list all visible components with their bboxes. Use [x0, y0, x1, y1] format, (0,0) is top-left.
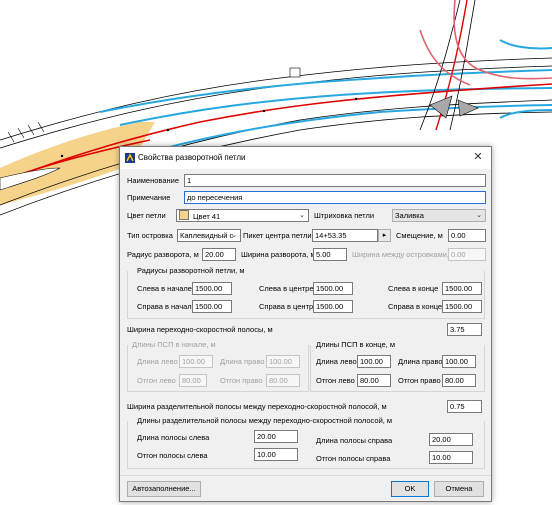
- psp-start-len-right-input[interactable]: 100.00: [266, 355, 300, 368]
- turn-radius-input[interactable]: 20.00: [202, 248, 236, 261]
- close-icon[interactable]: ✕: [471, 150, 485, 164]
- psp-start-off-right-label: Отгон право: [220, 376, 263, 385]
- left-center-label: Слева в центре: [259, 284, 314, 293]
- loop-color-select[interactable]: Цвет 41 ⌄: [176, 209, 309, 222]
- psp-start-off-right-input[interactable]: 80.00: [266, 374, 300, 387]
- left-end-label: Слева в конце: [388, 284, 439, 293]
- left-start-label: Слева в начале: [137, 284, 192, 293]
- psp-end-len-left-label: Длина лево: [316, 357, 357, 366]
- div-off-left-input[interactable]: 10.00: [254, 448, 298, 461]
- chevron-down-icon: ⌄: [476, 212, 482, 219]
- island-type-value: Каплевидный с: [180, 231, 234, 240]
- right-end-label: Справа в конце: [388, 302, 443, 311]
- div-off-right-label: Отгон полосы справа: [316, 454, 391, 463]
- lane-blue-top: [99, 69, 552, 113]
- loop-color-label: Цвет петли: [127, 211, 166, 220]
- cancel-button[interactable]: Отмена: [434, 481, 484, 497]
- divider-width-input[interactable]: 0.75: [447, 400, 482, 413]
- note-label: Примечание: [127, 193, 171, 202]
- speed-lane-input[interactable]: 3.75: [447, 323, 482, 336]
- center-picket-label: Пикет центра петли: [243, 231, 312, 240]
- name-input[interactable]: 1: [184, 174, 486, 187]
- island-width-input[interactable]: 0.00: [448, 248, 486, 261]
- right-end-input[interactable]: 1500.00: [442, 300, 482, 313]
- speed-lane-label: Ширина переходно-скоростной полосы, м: [127, 325, 273, 334]
- chevron-down-icon: ⌄: [231, 232, 237, 239]
- psp-end-len-right-input[interactable]: 100.00: [442, 355, 476, 368]
- div-len-right-label: Длина полосы справа: [316, 436, 393, 445]
- turn-radius-label: Радиус разворота, м: [127, 250, 199, 259]
- div-off-left-label: Отгон полосы слева: [137, 451, 208, 460]
- psp-end-len-right-label: Длина право: [398, 357, 443, 366]
- chevron-down-icon: ⌄: [299, 212, 305, 219]
- footer-divider: [120, 475, 491, 476]
- hatch-value: Заливка: [395, 211, 424, 220]
- left-center-input[interactable]: 1500.00: [313, 282, 353, 295]
- turn-width-input[interactable]: 5.00: [313, 248, 347, 261]
- psp-end-len-left-input[interactable]: 100.00: [357, 355, 391, 368]
- psp-end-off-left-input[interactable]: 80.00: [357, 374, 391, 387]
- color-swatch: [179, 210, 189, 220]
- autofill-button[interactable]: Автозаполнение...: [127, 481, 201, 497]
- right-start-label: Справа в начале: [137, 302, 196, 311]
- center-picket-input[interactable]: 14+53.35: [312, 229, 378, 242]
- psp-start-off-left-input[interactable]: 80.00: [179, 374, 207, 387]
- right-center-label: Справа в центре: [259, 302, 318, 311]
- psp-end-off-left-label: Отгон лево: [316, 376, 355, 385]
- divider-width-label: Ширина разделительной полосы между перех…: [127, 402, 387, 411]
- app-icon: [125, 153, 135, 163]
- island-gray-2: [457, 99, 479, 117]
- psp-end-off-right-input[interactable]: 80.00: [442, 374, 476, 387]
- left-start-input[interactable]: 1500.00: [192, 282, 232, 295]
- psp-start-len-left-input[interactable]: 100.00: [179, 355, 213, 368]
- ok-button[interactable]: OK: [391, 481, 429, 497]
- cross-curve-red-2: [453, 0, 552, 80]
- psp-start-len-right-label: Длина право: [220, 357, 265, 366]
- road-edge-top: [0, 57, 552, 141]
- hatch-label: Штриховка петли: [314, 211, 375, 220]
- island-type-select[interactable]: Каплевидный с ⌄: [177, 229, 241, 242]
- lane-blue-right-2: [499, 109, 552, 119]
- div-off-right-input[interactable]: 10.00: [429, 451, 473, 464]
- dialog-titlebar: Свойства разворотной петли ✕: [120, 147, 491, 169]
- psp-start-off-left-label: Отгон лево: [137, 376, 176, 385]
- loop-color-value: Цвет 41: [193, 212, 221, 221]
- div-len-left-input[interactable]: 20.00: [254, 430, 298, 443]
- offset-label: Смещение, м: [396, 231, 443, 240]
- div-len-right-input[interactable]: 20.00: [429, 433, 473, 446]
- lane-blue-right: [499, 39, 552, 50]
- small-box: [289, 67, 301, 78]
- div-len-left-label: Длина полосы слева: [137, 433, 210, 442]
- left-end-input[interactable]: 1500.00: [442, 282, 482, 295]
- psp-start-len-left-label: Длина лево: [137, 357, 178, 366]
- note-input[interactable]: до пересечения: [184, 191, 486, 204]
- loop-properties-dialog: Свойства разворотной петли ✕ Наименовани…: [119, 146, 492, 502]
- island-width-label: Ширина между островками, м: [352, 250, 457, 259]
- psp-end-off-right-label: Отгон право: [398, 376, 441, 385]
- pick-point-icon[interactable]: ▸: [378, 229, 391, 242]
- hatch-select[interactable]: Заливка ⌄: [392, 209, 486, 222]
- name-label: Наименование: [127, 176, 179, 185]
- offset-input[interactable]: 0.00: [448, 229, 486, 242]
- turn-width-label: Ширина разворота, м: [241, 250, 316, 259]
- right-center-input[interactable]: 1500.00: [313, 300, 353, 313]
- dialog-title: Свойства разворотной петли: [138, 153, 246, 162]
- island-type-label: Тип островка: [127, 231, 173, 240]
- right-start-input[interactable]: 1500.00: [192, 300, 232, 313]
